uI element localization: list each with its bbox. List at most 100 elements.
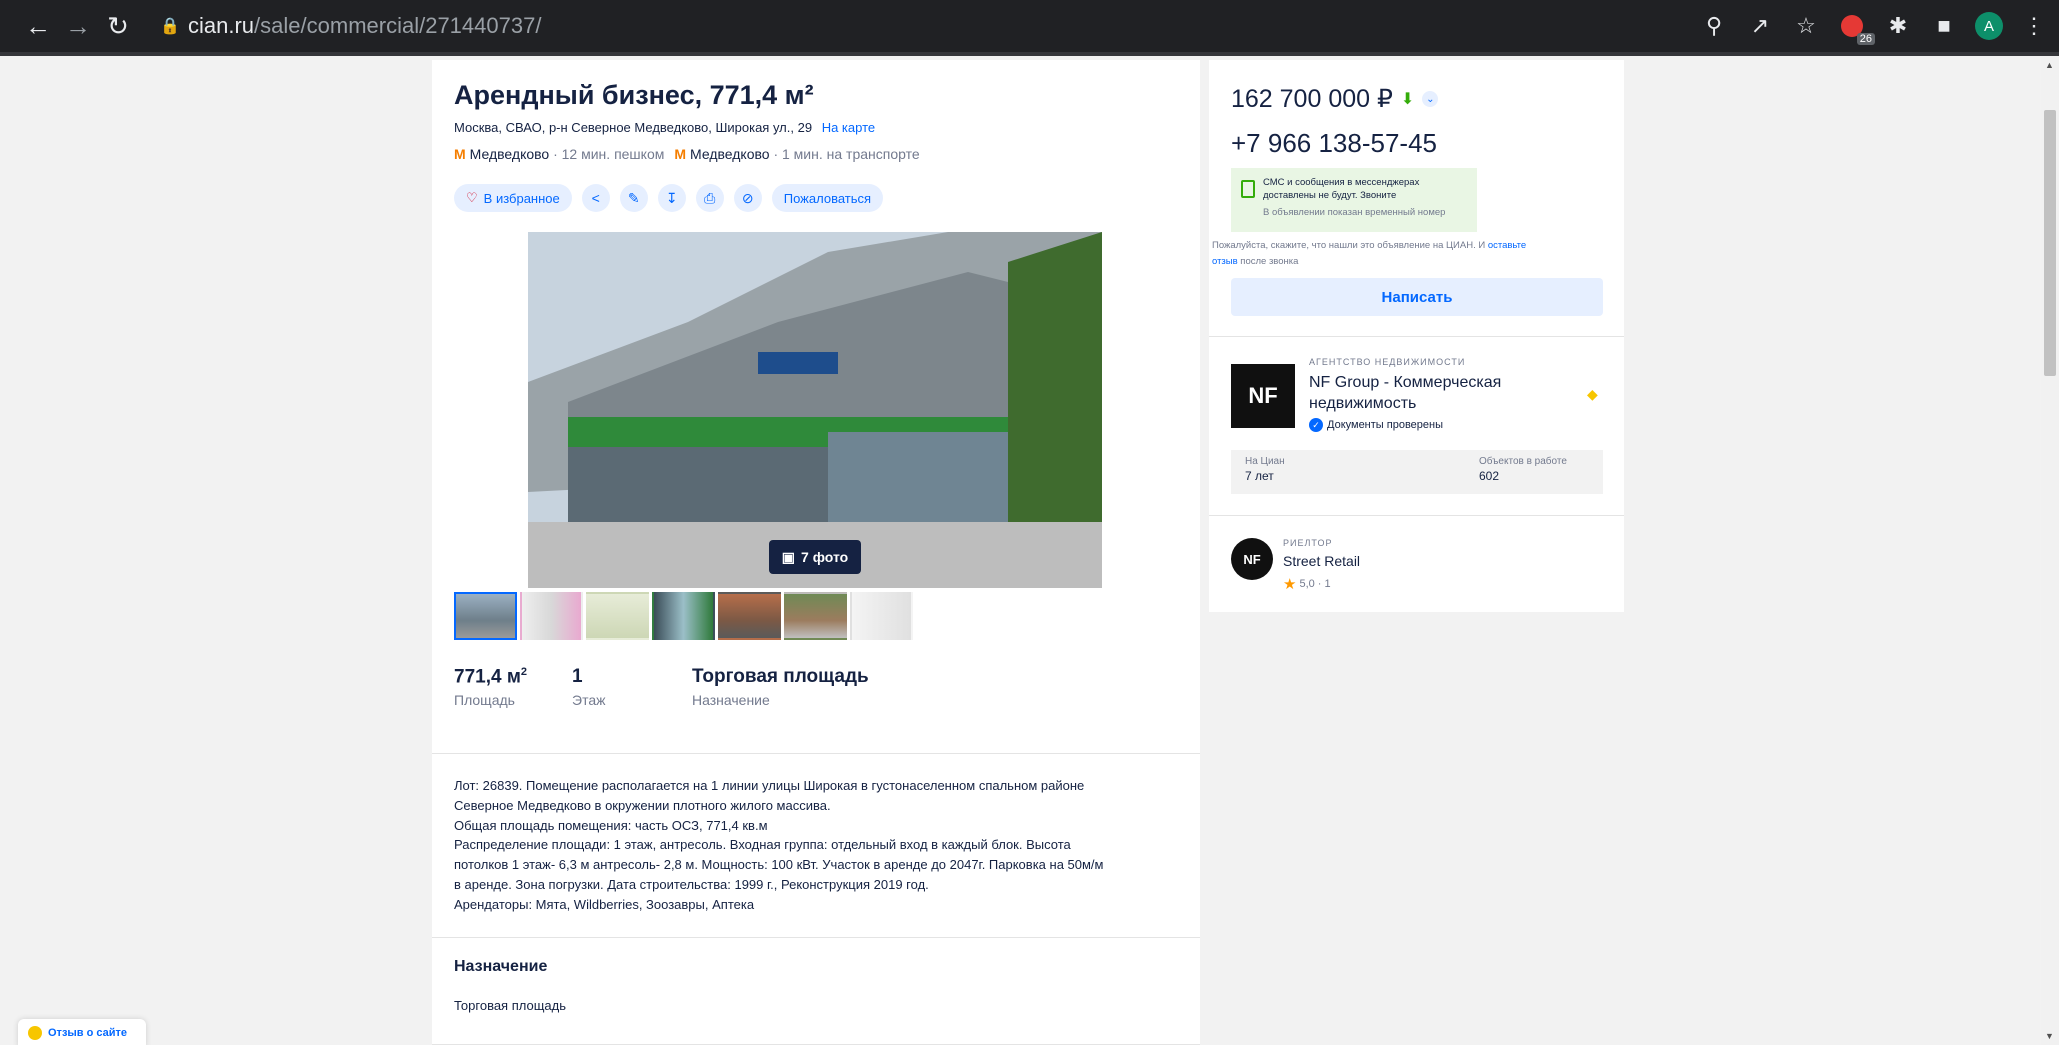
price: 162 700 000 ₽ xyxy=(1231,85,1393,113)
scroll-thumb[interactable] xyxy=(2044,110,2056,376)
reload-icon[interactable]: ↻ xyxy=(98,6,138,46)
stat-years-label: На Циан xyxy=(1245,456,1285,467)
purpose-section-value: Торговая площадь xyxy=(454,998,566,1013)
realtor-logo[interactable]: NF xyxy=(1231,538,1273,580)
agency-name[interactable]: NF Group - Коммерческая недвижимость xyxy=(1309,372,1539,414)
favorite-button[interactable]: ♡ В избранное xyxy=(454,184,572,212)
fact-floor-value: 1 xyxy=(572,666,583,687)
complain-button[interactable]: Пожаловаться xyxy=(771,184,884,212)
metro-item[interactable]: M Медведково · 12 мин. пешком xyxy=(454,146,664,162)
ask-text-tail: после звонка xyxy=(1237,256,1299,267)
thumbnail[interactable] xyxy=(520,592,583,640)
ask-text: Пожалуйста, скажите, что нашли это объяв… xyxy=(1212,238,1612,270)
shield-icon: ◆ xyxy=(1587,386,1598,402)
metro-time: · 1 мин. на транспорте xyxy=(773,146,920,162)
main-photo[interactable] xyxy=(528,232,1102,588)
menu-kebab-icon[interactable]: ⋮ xyxy=(2019,11,2049,41)
price-row: 162 700 000 ₽ ⬇ ⌄ xyxy=(1231,84,1439,114)
favorite-label: В избранное xyxy=(483,190,560,206)
building-photo xyxy=(528,232,1102,588)
photo-count-button[interactable]: ▣ 7 фото xyxy=(769,540,861,574)
share-icon[interactable]: ↗ xyxy=(1745,11,1775,41)
side-panel-icon[interactable]: ■ xyxy=(1929,11,1959,41)
action-bar: ♡ В избранное < ✎ ↧ ⎙ ⊘ Пожаловаться xyxy=(454,184,884,212)
stat-objects-value: 602 xyxy=(1479,469,1500,483)
review-link[interactable]: отзыв xyxy=(1212,256,1238,267)
listing-title: Арендный бизнес, 771,4 м² xyxy=(454,80,814,110)
page-scrollbar[interactable]: ▲ ▼ xyxy=(2041,56,2059,1045)
bookmark-star-icon[interactable]: ☆ xyxy=(1791,11,1821,41)
sms-notice: СМС и сообщения в мессенджерах доставлен… xyxy=(1231,168,1477,232)
leave-review-link[interactable]: оставьте xyxy=(1488,240,1526,251)
agency-logo[interactable]: NF xyxy=(1231,364,1295,428)
fact-purpose-value: Торговая площадь xyxy=(692,666,869,687)
phone-icon xyxy=(1241,180,1255,198)
verified-label: Документы проверены xyxy=(1327,419,1444,431)
stat-objects: Объектов в работе 602 xyxy=(1479,456,1589,488)
notice-sub: В объявлении показан временный номер xyxy=(1263,207,1446,218)
fact-area-label: Площадь xyxy=(454,692,515,709)
verified-badge: ✓ Документы проверены xyxy=(1309,418,1443,432)
thumbnail[interactable] xyxy=(652,592,715,640)
hide-button[interactable]: ⊘ xyxy=(733,184,762,212)
camera-icon: ▣ xyxy=(781,548,796,565)
feedback-label: Отзыв о сайте xyxy=(48,1027,128,1039)
site-feedback-button[interactable]: Отзыв о сайте xyxy=(18,1019,146,1045)
price-down-icon: ⬇ xyxy=(1400,91,1415,108)
ask-text-body: Пожалуйста, скажите, что нашли это объяв… xyxy=(1212,240,1488,251)
scroll-up-icon[interactable]: ▲ xyxy=(2045,60,2054,70)
fact-area: 771,4 м2 Площадь xyxy=(454,666,532,708)
url-host: cian.ru xyxy=(188,13,255,38)
toolbar-divider xyxy=(0,52,2059,56)
puzzle-icon[interactable]: ✱ xyxy=(1883,11,1913,41)
description-line: потолков 1 этаж- 6,3 м антресоль- 2,8 м.… xyxy=(454,857,1104,873)
back-icon[interactable]: ← xyxy=(18,6,58,46)
extension-icon[interactable]: 26 xyxy=(1837,11,1875,45)
thumbnail[interactable] xyxy=(784,592,847,640)
agency-type: АГЕНТСТВО НЕДВИЖИМОСТИ xyxy=(1309,357,1466,367)
metro-item[interactable]: M Медведково · 1 мин. на транспорте xyxy=(674,146,919,162)
heart-icon: ♡ xyxy=(466,190,478,205)
listing-address: Москва, СВАО, р-н Северное Медведково, Ш… xyxy=(454,120,875,135)
photo-count-label: 7 фото xyxy=(801,549,849,565)
thumbnail[interactable] xyxy=(850,592,913,640)
scroll-down-icon[interactable]: ▼ xyxy=(2045,1031,2054,1041)
realtor-name[interactable]: Street Retail xyxy=(1283,553,1360,569)
fact-area-unit: 2 xyxy=(520,666,528,678)
thumbnail-strip xyxy=(454,592,913,640)
share-button[interactable]: < xyxy=(581,184,610,212)
metro-list: M Медведково · 12 мин. пешком M Медведково… xyxy=(454,146,920,162)
metro-icon: M xyxy=(454,146,466,162)
pencil-icon: ✎ xyxy=(627,189,640,206)
metro-icon: M xyxy=(674,146,687,162)
fact-floor: 1 Этаж xyxy=(572,666,652,708)
phone-number[interactable]: +7 966 138-57-45 xyxy=(1231,128,1437,159)
contact-card: 162 700 000 ₽ ⬇ ⌄ +7 966 138-57-45 СМС и… xyxy=(1209,60,1624,612)
print-button[interactable]: ⎙ xyxy=(695,184,724,212)
listing-description: Лот: 26839. Помещение располагается на 1… xyxy=(454,776,1174,915)
profile-avatar[interactable]: A xyxy=(1975,12,2003,40)
notice-line2: доставлены не будут. Звоните xyxy=(1263,190,1397,201)
address-bar[interactable]: 🔒 cian.ru/sale/commercial/271440737/ xyxy=(160,8,1710,44)
browser-toolbar: ← → ↻ 🔒 cian.ru/sale/commercial/27144073… xyxy=(0,0,2059,52)
price-history-button[interactable]: ⌄ xyxy=(1422,91,1439,107)
eye-off-icon: ⊘ xyxy=(741,189,754,206)
write-button[interactable]: Написать xyxy=(1231,278,1603,316)
forward-icon[interactable]: → xyxy=(58,6,98,46)
rating-value: 5,0 · 1 xyxy=(1299,578,1331,590)
thumbnail[interactable] xyxy=(586,592,649,640)
note-button[interactable]: ✎ xyxy=(619,184,648,212)
thumbnail[interactable] xyxy=(454,592,517,640)
description-line: Северное Медведково в окружении плотного… xyxy=(454,797,831,813)
map-link[interactable]: На карте xyxy=(822,120,875,135)
key-facts: 771,4 м2 Площадь 1 Этаж Торговая площадь… xyxy=(454,666,869,708)
fact-area-value: 771,4 м xyxy=(454,666,521,688)
section-divider xyxy=(432,937,1200,938)
thumbnail[interactable] xyxy=(718,592,781,640)
description-line: Лот: 26839. Помещение располагается на 1… xyxy=(454,778,1085,793)
zoom-icon[interactable]: ⚲ xyxy=(1699,11,1729,41)
url-path: /sale/commercial/271440737/ xyxy=(254,13,542,38)
download-button[interactable]: ↧ xyxy=(657,184,686,212)
description-line: Общая площадь помещения: часть ОСЗ, 771,… xyxy=(454,817,768,833)
description-line: Арендаторы: Мята, Wildberries, Зоозавры,… xyxy=(454,896,755,912)
